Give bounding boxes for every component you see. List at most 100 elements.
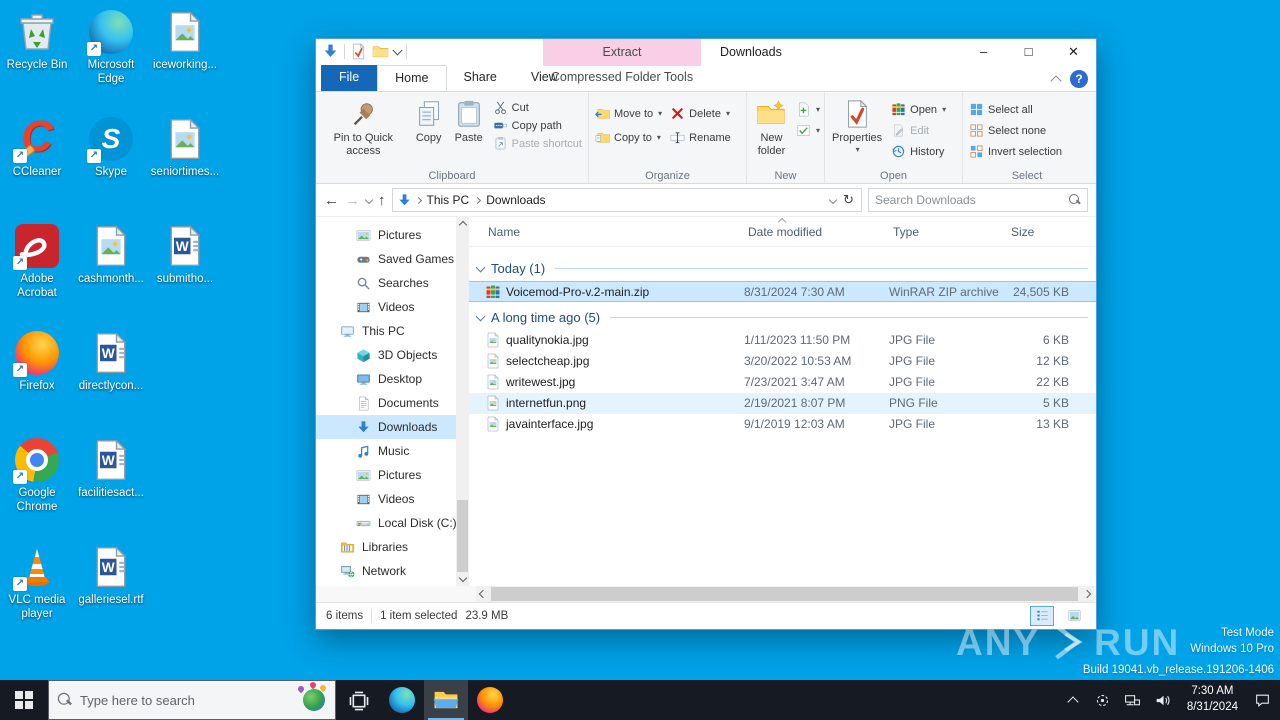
desktop-icon-google-chrome[interactable]: ↗ Google Chrome <box>0 438 74 515</box>
nav-item-pictures[interactable]: Pictures <box>316 223 456 247</box>
new-item-button[interactable]: ▾ <box>796 102 820 117</box>
select-none-button[interactable]: Select none <box>969 123 1085 138</box>
tray-sandbox-agent-icon[interactable] <box>1089 680 1117 720</box>
desktop-icon-firefox[interactable]: ↗ Firefox <box>0 331 74 393</box>
tray-chevron-up-icon[interactable] <box>1059 680 1087 720</box>
help-icon[interactable]: ? <box>1070 70 1088 88</box>
breadcrumb-this-pc[interactable]: This PC <box>425 193 472 207</box>
horizontal-scrollbar[interactable] <box>316 586 1096 602</box>
extract-context-header[interactable]: Extract <box>543 39 701 66</box>
nav-item-videos[interactable]: Videos <box>316 487 456 511</box>
group-header-today-1[interactable]: Today (1) <box>475 257 1088 279</box>
collapse-ribbon-chevron-icon[interactable] <box>1050 75 1061 86</box>
taskbar-search-input[interactable]: Type here to search <box>48 680 336 720</box>
copy-to-button[interactable]: Copy to▾ <box>595 130 662 145</box>
desktop-icon-skype[interactable]: S↗ Skype <box>74 117 148 179</box>
scroll-down-icon[interactable] <box>456 573 469 586</box>
close-button[interactable]: ✕ <box>1051 39 1096 66</box>
nav-item-desktop[interactable]: Desktop <box>316 367 456 391</box>
desktop-icon-adobe-acrobat[interactable]: ↗ Adobe Acrobat <box>0 224 74 301</box>
scroll-up-icon[interactable] <box>456 217 469 230</box>
move-to-button[interactable]: Move to▾ <box>595 106 662 121</box>
nav-item-videos[interactable]: Videos <box>316 295 456 319</box>
horizontal-scrollbar-thumb[interactable] <box>491 587 1078 601</box>
desktop-icon-galleriesel-rtf[interactable]: W galleriesel.rtf <box>74 545 148 607</box>
nav-scrollbar[interactable] <box>456 217 469 586</box>
back-button[interactable]: ← <box>324 193 339 208</box>
file-row-voicemod-pro-v-2-main-zip[interactable]: Voicemod-Pro-v.2-main.zip 8/31/2024 7:30… <box>469 281 1096 302</box>
tab-home[interactable]: Home <box>377 65 446 91</box>
desktop-icon-facilitiesact[interactable]: W facilitiesact... <box>74 438 148 500</box>
properties-icon[interactable] <box>350 43 367 60</box>
column-header-type[interactable]: Type <box>889 217 919 247</box>
desktop-icon-microsoft-edge[interactable]: ↗ Microsoft Edge <box>74 10 148 87</box>
desktop-icon-vlc-media-player[interactable]: ↗ VLC media player <box>0 545 74 622</box>
new-folder-icon[interactable] <box>372 43 389 60</box>
refresh-icon[interactable]: ↻ <box>840 192 857 208</box>
start-button[interactable] <box>0 680 48 720</box>
nav-scrollbar-thumb[interactable] <box>457 500 468 572</box>
details-view-button[interactable] <box>1030 606 1054 626</box>
copy-button[interactable]: Copy <box>409 96 449 148</box>
desktop-icon-cashmonth[interactable]: cashmonth... <box>74 224 148 286</box>
thumbnail-view-button[interactable] <box>1062 606 1086 626</box>
cut-button[interactable]: Cut <box>493 100 582 115</box>
copy-path-button[interactable]: Copy path <box>493 118 582 133</box>
column-header-size[interactable]: Size <box>1007 217 1034 247</box>
taskbar-firefox-button[interactable] <box>468 680 512 720</box>
paste-button[interactable]: Paste <box>449 96 489 148</box>
nav-item-network[interactable]: Network <box>316 559 456 583</box>
desktop-icon-ccleaner[interactable]: C↗ CCleaner <box>0 117 74 179</box>
tray-network-icon[interactable] <box>1119 680 1147 720</box>
desktop-icon-submitho[interactable]: W submitho... <box>148 224 222 286</box>
action-center-icon[interactable] <box>1248 680 1276 720</box>
task-view-button[interactable] <box>336 680 380 720</box>
new-folder-button[interactable]: New folder <box>749 96 794 161</box>
nav-item-this-pc[interactable]: This PC <box>316 319 456 343</box>
nav-item-searches[interactable]: Searches <box>316 271 456 295</box>
rename-button[interactable]: Rename <box>670 130 731 145</box>
open-button[interactable]: Open▾ <box>891 102 946 117</box>
file-row-qualitynokia-jpg[interactable]: qualitynokia.jpg 1/11/2023 11:50 PM JPG … <box>469 330 1096 351</box>
pin-to-quick-access-button[interactable]: Pin to Quick access <box>318 96 409 161</box>
file-row-writewest-jpg[interactable]: writewest.jpg 7/23/2021 3:47 AM JPG File… <box>469 372 1096 393</box>
nav-item-downloads[interactable]: Downloads <box>316 415 456 439</box>
nav-item-pictures[interactable]: Pictures <box>316 463 456 487</box>
forward-button[interactable]: → <box>345 193 360 208</box>
file-row-internetfun-png[interactable]: internetfun.png 2/19/2021 8:07 PM PNG Fi… <box>469 393 1096 414</box>
column-header-name[interactable]: Name <box>484 217 520 247</box>
tab-share[interactable]: Share <box>447 65 514 91</box>
invert-selection-button[interactable]: Invert selection <box>969 144 1085 159</box>
minimize-button[interactable]: – <box>961 39 1006 66</box>
paste-shortcut-button[interactable]: Paste shortcut <box>493 136 582 151</box>
tray-volume-icon[interactable] <box>1149 680 1177 720</box>
desktop-icon-seniortimes[interactable]: seniortimes... <box>148 117 222 179</box>
nav-item-libraries[interactable]: Libraries <box>316 535 456 559</box>
nav-item-saved-games[interactable]: Saved Games <box>316 247 456 271</box>
edit-button[interactable]: Edit <box>891 123 946 138</box>
history-button[interactable]: History <box>891 144 946 159</box>
scroll-left-icon[interactable] <box>476 587 490 601</box>
properties-button[interactable]: Properties ▾ <box>827 96 887 158</box>
maximize-button[interactable]: □ <box>1006 39 1051 66</box>
easy-access-button[interactable]: ▾ <box>796 123 820 138</box>
select-all-button[interactable]: Select all <box>969 102 1085 117</box>
file-row-selectcheap-jpg[interactable]: selectcheap.jpg 3/20/2022 10:53 AM JPG F… <box>469 351 1096 372</box>
search-input[interactable]: Search Downloads <box>868 188 1088 212</box>
taskbar-clock[interactable]: 7:30 AM 8/31/2024 <box>1179 684 1246 715</box>
downloads-folder-icon[interactable] <box>322 43 339 60</box>
address-dropdown-chevron-icon[interactable] <box>829 196 837 204</box>
nav-item-music[interactable]: Music <box>316 439 456 463</box>
delete-button[interactable]: Delete▾ <box>670 106 731 121</box>
taskbar-edge-button[interactable] <box>380 680 424 720</box>
tab-file[interactable]: File <box>321 65 377 91</box>
breadcrumb[interactable]: This PC Downloads ↻ <box>392 188 863 212</box>
breadcrumb-downloads[interactable]: Downloads <box>484 193 547 207</box>
nav-item-3d-objects[interactable]: 3D Objects <box>316 343 456 367</box>
group-header-a-long-time-ago-5[interactable]: A long time ago (5) <box>475 306 1088 328</box>
nav-item-documents[interactable]: Documents <box>316 391 456 415</box>
nav-item-local-disk-c[interactable]: Local Disk (C:) <box>316 511 456 535</box>
recent-locations-chevron-icon[interactable] <box>365 196 373 204</box>
desktop-icon-directlycon[interactable]: W directlycon... <box>74 331 148 393</box>
tab-compressed-folder-tools[interactable]: Compressed Folder Tools <box>543 65 701 91</box>
